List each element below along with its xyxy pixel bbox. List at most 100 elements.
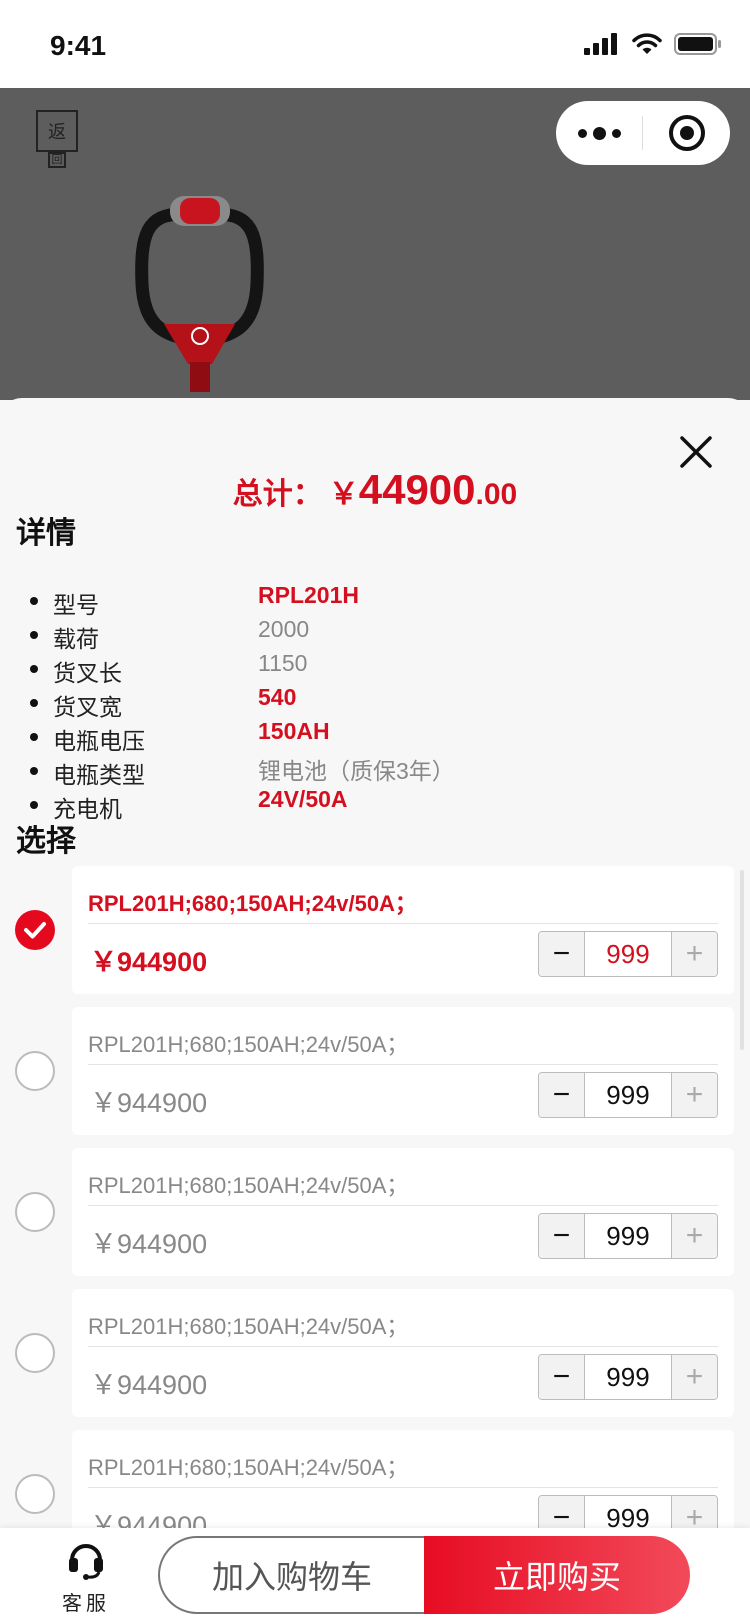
customer-service-button[interactable]: 客服 (56, 1536, 116, 1616)
headset-icon (69, 1544, 103, 1580)
details-title: 详情 (16, 517, 76, 550)
detail-key: 电瓶类型 (53, 762, 145, 788)
wifi-icon (632, 33, 662, 54)
add-to-cart-button[interactable]: 加入购物车 (158, 1536, 424, 1614)
target-icon (668, 115, 705, 151)
decrease-button[interactable]: − (539, 1073, 585, 1117)
detail-row: 载荷 2000 (26, 616, 726, 652)
option-card[interactable]: RPL201H;680;150AH;24v/50A； ￥944900 −999 + (72, 1148, 734, 1276)
option-item[interactable]: RPL201H;680;150AH;24v/50A； ￥944900 −999 + (0, 866, 750, 994)
bottom-action-bar: 客服 加入购物车 立即购买 (0, 1528, 750, 1624)
option-name: RPL201H;680;150AH;24v/50A； (88, 1314, 409, 1339)
quantity-input[interactable]: 999 (585, 1073, 671, 1117)
increase-button[interactable]: + (671, 932, 717, 976)
detail-key: 载荷 (53, 626, 99, 652)
signal-icon (584, 33, 617, 55)
option-price: ￥944900 (90, 1229, 208, 1259)
buy-now-button[interactable]: 立即购买 (424, 1536, 690, 1614)
close-miniprogram-button[interactable] (643, 114, 730, 152)
back-button[interactable]: 返 (36, 110, 78, 152)
details-list: 型号 RPL201H 载荷 2000 货叉长 1150 货叉宽 540 电瓶电压 150AH 电瓶类… (26, 582, 726, 822)
total-currency: ￥ (328, 478, 359, 511)
option-price: ￥944900 (90, 1370, 208, 1400)
detail-key: 货叉宽 (53, 694, 122, 720)
product-hero: 返 回 (0, 88, 750, 400)
option-price: ￥944900 (90, 947, 208, 977)
quantity-input[interactable]: 999 (585, 1496, 671, 1529)
option-price: ￥944900 (90, 1088, 208, 1118)
decrease-button[interactable]: − (539, 1496, 585, 1528)
detail-key: 货叉长 (53, 660, 122, 686)
detail-row: 电瓶类型 锂电池（质保3年） (26, 752, 726, 788)
option-card[interactable]: RPL201H;680;150AH;24v/50A； ￥944900 −999 + (72, 1289, 734, 1417)
detail-value: 2000 (258, 616, 310, 642)
detail-value: 1150 (258, 650, 308, 676)
options-title: 选择 (16, 825, 76, 858)
bullet-icon (30, 767, 38, 775)
quantity-stepper: −999 + (538, 931, 718, 977)
check-icon (24, 922, 46, 939)
more-icon (577, 126, 621, 140)
mini-program-capsule (556, 101, 730, 165)
bullet-icon (30, 631, 38, 639)
status-bar: 9:41 (0, 0, 750, 88)
status-time: 9:41 (50, 30, 107, 61)
detail-key: 型号 (53, 592, 99, 618)
quantity-stepper: −999 + (538, 1213, 718, 1259)
bullet-icon (30, 699, 38, 707)
detail-row: 电瓶电压 150AH (26, 718, 726, 754)
detail-row: 充电机 24V/50A (26, 786, 726, 822)
detail-key: 电瓶电压 (53, 728, 145, 754)
product-image (135, 196, 264, 392)
decrease-button[interactable]: − (539, 1214, 585, 1258)
detail-value: 150AH (258, 718, 330, 744)
option-item[interactable]: RPL201H;680;150AH;24v/50A； ￥944900 −999 + (0, 1148, 750, 1276)
increase-button[interactable]: + (671, 1355, 717, 1399)
radio-unselected[interactable] (15, 1192, 55, 1232)
total-price: 总计： ￥44900.00 (0, 466, 750, 514)
service-label: 客服 (62, 1593, 110, 1615)
radio-unselected[interactable] (15, 1333, 55, 1373)
decrease-button[interactable]: − (539, 932, 585, 976)
increase-button[interactable]: + (671, 1496, 717, 1528)
radio-selected[interactable] (15, 910, 55, 950)
decrease-button[interactable]: − (539, 1355, 585, 1399)
bullet-icon (30, 733, 38, 741)
quantity-stepper: −999 + (538, 1072, 718, 1118)
option-card[interactable]: RPL201H;680;150AH;24v/50A； ￥944900 −999 + (72, 1007, 734, 1135)
option-card[interactable]: RPL201H;680;150AH;24v/50A； ￥944900 −999 + (72, 866, 734, 994)
option-card[interactable]: RPL201H;680;150AH;24v/50A； ￥944900 −999 + (72, 1430, 734, 1528)
option-item[interactable]: RPL201H;680;150AH;24v/50A； ￥944900 −999 + (0, 1007, 750, 1135)
option-name: RPL201H;680;150AH;24v/50A； (88, 1173, 409, 1198)
quantity-input[interactable]: 999 (585, 1214, 671, 1258)
option-price: ￥944900 (90, 1511, 208, 1528)
radio-unselected[interactable] (15, 1051, 55, 1091)
detail-row: 货叉长 1150 (26, 650, 726, 686)
option-item[interactable]: RPL201H;680;150AH;24v/50A； ￥944900 −999 + (0, 1289, 750, 1417)
total-amount: 44900 (358, 466, 476, 513)
more-button[interactable] (556, 101, 642, 165)
detail-value: RPL201H (258, 582, 359, 608)
back-button-tail: 回 (48, 152, 66, 168)
detail-row: 货叉宽 540 (26, 684, 726, 720)
detail-value: 24V/50A (258, 786, 348, 812)
detail-value: 540 (258, 684, 297, 710)
radio-unselected[interactable] (15, 1474, 55, 1514)
option-item[interactable]: RPL201H;680;150AH;24v/50A； ￥944900 −999 + (0, 1430, 750, 1528)
option-name: RPL201H;680;150AH;24v/50A； (88, 1455, 409, 1480)
scrollbar[interactable] (740, 870, 744, 1050)
quantity-input[interactable]: 999 (585, 932, 671, 976)
detail-value: 锂电池（质保3年） (258, 758, 455, 784)
bullet-icon (30, 801, 38, 809)
quantity-input[interactable]: 999 (585, 1355, 671, 1399)
quantity-stepper: −999 + (538, 1495, 718, 1528)
quantity-stepper: −999 + (538, 1354, 718, 1400)
detail-row: 型号 RPL201H (26, 582, 726, 618)
total-decimals: .00 (475, 478, 518, 511)
bullet-icon (30, 597, 38, 605)
increase-button[interactable]: + (671, 1214, 717, 1258)
increase-button[interactable]: + (671, 1073, 717, 1117)
back-icon: 返 (48, 122, 66, 142)
spec-sheet: 总计： ￥44900.00 详情 型号 RPL201H 载荷 2000 货叉长 1150 货叉… (0, 398, 750, 1528)
status-icons (584, 30, 722, 58)
